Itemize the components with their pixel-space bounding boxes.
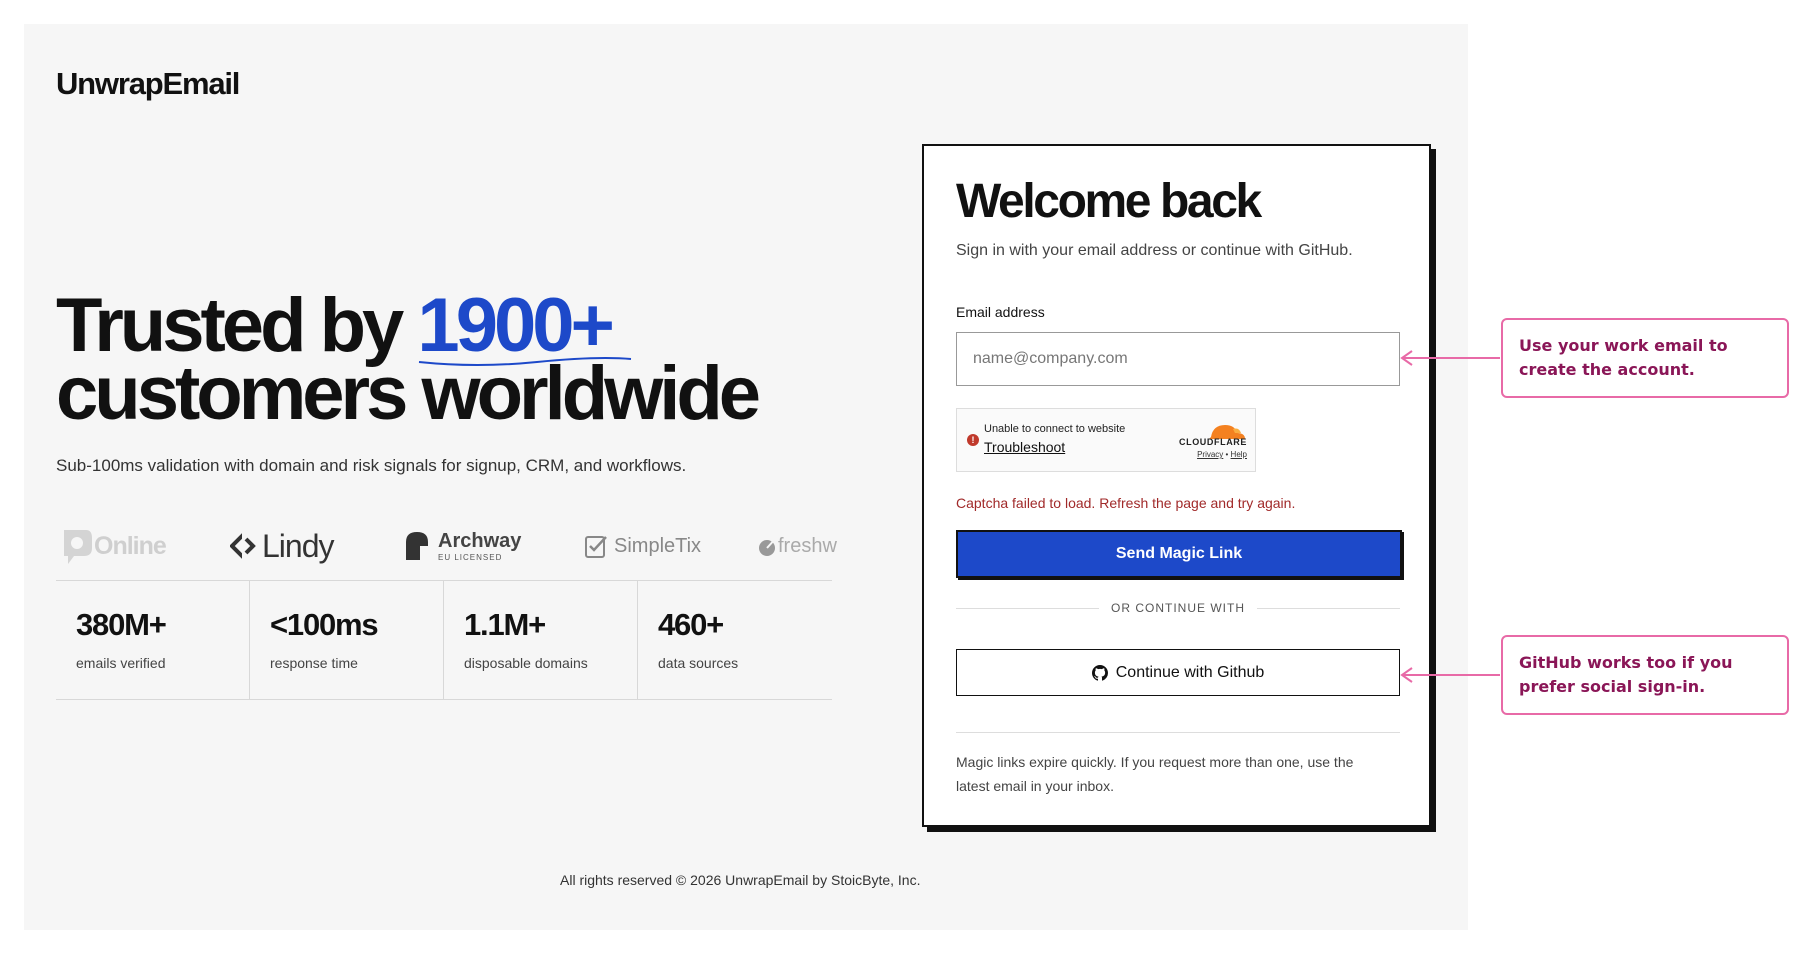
divider-text: OR CONTINUE WITH (1111, 601, 1245, 615)
footer-copyright: All rights reserved © 2026 UnwrapEmail b… (560, 872, 921, 888)
or-divider: OR CONTINUE WITH (956, 598, 1400, 618)
card-separator (956, 732, 1400, 733)
email-label: Email address (956, 304, 1045, 320)
captcha-error: Captcha failed to load. Refresh the page… (956, 495, 1296, 511)
error-icon: ! (967, 434, 979, 446)
captcha-widget[interactable]: ! Unable to connect to website Troublesh… (956, 408, 1256, 472)
hero-line2: customers worldwide (56, 351, 761, 436)
stat-label: data sources (658, 655, 739, 671)
archway-logo: Archway EU LICENSED (404, 520, 521, 572)
hero-heading: Trusted by 1900+ customers worldwide (56, 288, 761, 432)
card-title: Welcome back (956, 175, 1262, 228)
stat-data-sources: 460+ data sources (638, 581, 832, 699)
help-link[interactable]: Help (1231, 450, 1247, 459)
lindy-icon (230, 532, 258, 560)
stat-value: 460+ (658, 607, 724, 642)
github-button[interactable]: Continue with Github (956, 649, 1400, 696)
freshworks-icon (759, 537, 777, 556)
signin-card: Welcome back Sign in with your email add… (922, 144, 1431, 827)
simpletix-logo: SimpleTix (584, 520, 701, 572)
stat-emails-verified: 380M+ emails verified (56, 581, 250, 699)
send-magic-link-button[interactable]: Send Magic Link (956, 530, 1402, 578)
email-input[interactable] (956, 332, 1400, 386)
stat-value: 1.1M+ (464, 607, 546, 642)
cloudflare-links: Privacy • Help (1197, 450, 1247, 459)
card-subtitle: Sign in with your email address or conti… (956, 242, 1353, 259)
troubleshoot-link[interactable]: Troubleshoot (984, 439, 1065, 455)
stats-row: 380M+ emails verified <100ms response ti… (56, 580, 832, 700)
stat-disposable-domains: 1.1M+ disposable domains (444, 581, 638, 699)
stat-label: response time (270, 655, 358, 671)
archway-icon (406, 532, 428, 560)
hero-accent-number: 1900+ (417, 288, 632, 366)
stat-response-time: <100ms response time (250, 581, 444, 699)
stat-label: disposable domains (464, 655, 588, 671)
customer-logos: Online Lindy Archway EU LICENSED SimpleT… (56, 520, 856, 572)
callout-github-tip: GitHub works too if you prefer social si… (1501, 635, 1789, 715)
captcha-message: Unable to connect to website (984, 423, 1126, 435)
callout-email-tip: Use your work email to create the accoun… (1501, 318, 1789, 398)
privacy-link[interactable]: Privacy (1197, 450, 1223, 459)
lindy-logo: Lindy (230, 520, 334, 572)
simpletix-icon (585, 536, 607, 558)
github-button-label: Continue with Github (1115, 663, 1265, 681)
github-icon (1091, 664, 1108, 681)
stat-value: 380M+ (76, 607, 167, 642)
brand-logo[interactable]: UnwrapEmail (56, 66, 240, 102)
freshworks-logo: freshw (756, 520, 837, 572)
cloudflare-name: CLOUDFLARE (1179, 437, 1247, 447)
page-background: UnwrapEmail Trusted by 1900+ customers w… (24, 24, 1468, 930)
online-logo: Online (60, 520, 167, 572)
accent-underline (419, 357, 632, 366)
stat-label: emails verified (76, 655, 166, 671)
magic-link-note: Magic links expire quickly. If you reque… (956, 754, 1354, 794)
online-icon (64, 530, 92, 564)
stat-value: <100ms (270, 607, 379, 642)
hero-subtitle: Sub-100ms validation with domain and ris… (56, 456, 687, 475)
